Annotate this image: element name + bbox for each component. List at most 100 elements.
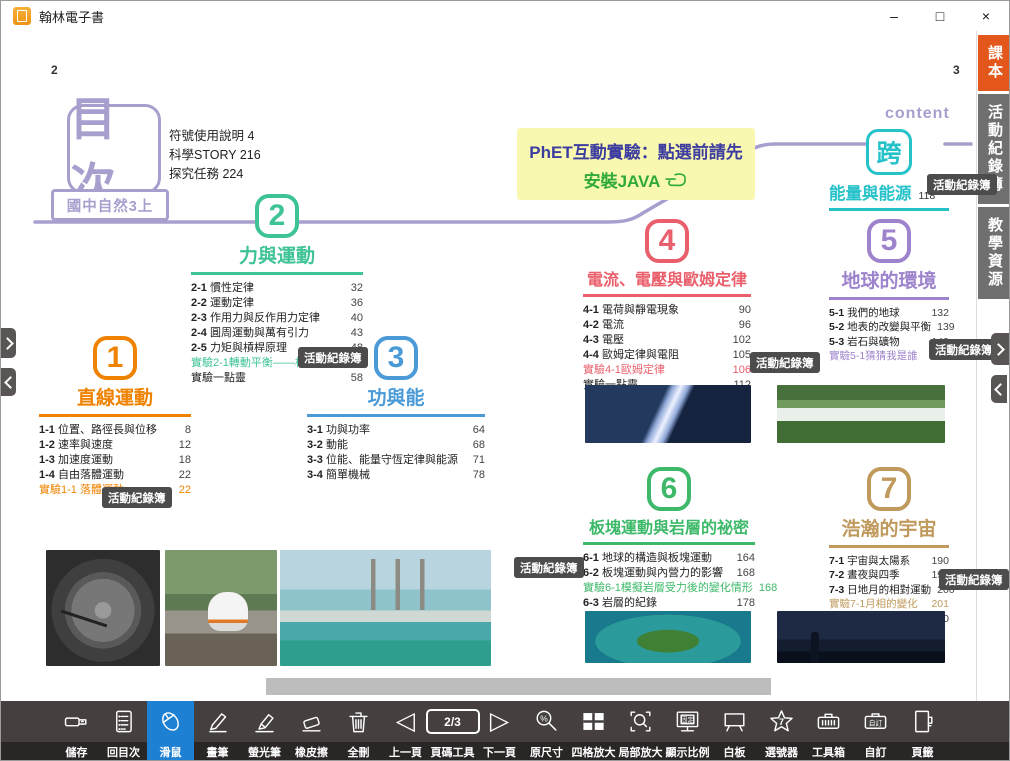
left-page-number: 2 bbox=[51, 63, 58, 77]
toc-title-box: 目次 bbox=[67, 104, 161, 194]
chapter-title: 地球的環境 bbox=[829, 266, 949, 293]
toolbar-pen[interactable]: 畫筆 bbox=[194, 701, 241, 761]
eraser-icon bbox=[288, 701, 335, 742]
toolbar-partial-zoom[interactable]: 局部放大 bbox=[617, 701, 664, 761]
front-matter-item[interactable]: 探究任務 224 bbox=[169, 165, 261, 184]
toolbar-four-grid-zoom[interactable]: 四格放大 bbox=[570, 701, 617, 761]
photo-lightning bbox=[585, 385, 751, 443]
toolbar-display-scale[interactable]: 固定顯示比例 bbox=[664, 701, 711, 761]
toolbar-original-size[interactable]: %原尺寸 bbox=[523, 701, 570, 761]
toc-item[interactable]: 1-3 加速度運動18 bbox=[39, 453, 191, 468]
mouse-icon bbox=[147, 701, 194, 742]
toc-item[interactable]: 4-2 電流96 bbox=[583, 318, 751, 333]
toc-item[interactable]: 2-1 慣性定律32 bbox=[191, 281, 363, 296]
minimize-button[interactable]: – bbox=[871, 1, 917, 31]
toc-item[interactable]: 7-3 日地月的相對運動200 bbox=[829, 583, 949, 598]
right-panel-expand-arrow[interactable] bbox=[991, 333, 1009, 365]
side-tabs: 課本活動紀錄簿教學資源 bbox=[978, 35, 1010, 299]
partial-zoom-icon bbox=[617, 701, 664, 742]
maximize-button[interactable]: □ bbox=[917, 1, 963, 31]
toolbar-label: 下一頁 bbox=[483, 742, 516, 761]
chapter-rule bbox=[829, 545, 949, 548]
toolbar-delete-all[interactable]: 全刪 bbox=[335, 701, 382, 761]
toc-item[interactable]: 3-2 動能68 bbox=[307, 438, 485, 453]
left-triangle-icon: ◁ bbox=[396, 709, 415, 734]
toc-item[interactable]: 6-1 地球的構造與板塊運動164 bbox=[583, 551, 755, 566]
activity-notebook-badge[interactable]: 活動紀錄簿 bbox=[929, 339, 999, 360]
side-tab-teaching-resources[interactable]: 教學資源 bbox=[978, 207, 1010, 299]
toolbar-label: 頁籤 bbox=[912, 742, 934, 761]
cross-section-title[interactable]: 能量與能源 bbox=[829, 180, 912, 204]
toc-item[interactable]: 2-2 運動定律36 bbox=[191, 296, 363, 311]
toolbar-next-page[interactable]: ▷下一頁 bbox=[476, 701, 523, 761]
toolbar-number-picker[interactable]: 7選號器 bbox=[758, 701, 805, 761]
toc-item[interactable]: 4-4 歐姆定律與電阻105 bbox=[583, 348, 751, 363]
close-button[interactable]: × bbox=[963, 1, 1009, 31]
toolbar-back-to-toc[interactable]: 回目次 bbox=[100, 701, 147, 761]
activity-notebook-badge[interactable]: 活動紀錄簿 bbox=[927, 174, 997, 195]
toolbar-label: 全刪 bbox=[348, 742, 370, 761]
toolbar-highlighter[interactable]: 螢光筆 bbox=[241, 701, 288, 761]
toolbar-label: 頁碼工具 bbox=[431, 742, 475, 761]
whiteboard-icon bbox=[711, 701, 758, 742]
toc-item[interactable]: 5-2 地表的改變與平衡139 bbox=[829, 320, 949, 335]
toolbar-label: 白板 bbox=[724, 742, 746, 761]
activity-notebook-badge[interactable]: 活動紀錄簿 bbox=[102, 487, 172, 508]
toolbar-eraser[interactable]: 橡皮擦 bbox=[288, 701, 335, 761]
activity-notebook-badge[interactable]: 活動紀錄簿 bbox=[750, 352, 820, 373]
toc-edition-ribbon: 國中自然3上 bbox=[51, 189, 169, 221]
toc-item[interactable]: 3-3 位能、能量守恆定律與能源71 bbox=[307, 453, 485, 468]
horizontal-scrollbar[interactable] bbox=[266, 678, 771, 695]
toolbar-label: 儲存 bbox=[66, 742, 88, 761]
toc-item[interactable]: 6-3 岩層的紀錄178 bbox=[583, 596, 755, 611]
cross-section-badge: 跨 bbox=[866, 129, 912, 175]
toc-item[interactable]: 實驗6-1模擬岩層受力後的變化情形168 bbox=[583, 581, 755, 596]
toc-item[interactable]: 1-2 速率與速度12 bbox=[39, 438, 191, 453]
photo-cactus-night-sky bbox=[777, 611, 945, 663]
toc-item[interactable]: 6-2 板塊運動與內營力的影響168 bbox=[583, 566, 755, 581]
app-window: 翰林電子書 – □ × 2 3 content 目次 國中自然3上 符號使用說明… bbox=[0, 0, 1010, 761]
book-page-spread: 2 3 content 目次 國中自然3上 符號使用說明 4科學STORY 21… bbox=[1, 31, 977, 701]
activity-notebook-badge[interactable]: 活動紀錄簿 bbox=[939, 569, 1009, 590]
activity-notebook-badge[interactable]: 活動紀錄簿 bbox=[298, 347, 368, 368]
toolbar-toolbox[interactable]: 工具箱 bbox=[805, 701, 852, 761]
phet-notice-banner[interactable]: PhET互動實驗：點選前請先 安裝JAVA bbox=[517, 128, 755, 200]
toolbar-page-tabs[interactable]: 頁籤 bbox=[899, 701, 946, 761]
front-matter-item[interactable]: 符號使用說明 4 bbox=[169, 127, 261, 146]
left-panel-expand-arrow[interactable] bbox=[1, 328, 16, 358]
toc-item[interactable]: 實驗7-1月相的變化201 bbox=[829, 597, 949, 612]
toolbar-custom[interactable]: 自訂自訂 bbox=[852, 701, 899, 761]
toc-item[interactable]: 3-4 簡單機械78 bbox=[307, 468, 485, 483]
toolbar-prev-page[interactable]: ◁上一頁 bbox=[382, 701, 429, 761]
activity-notebook-badge[interactable]: 活動紀錄簿 bbox=[514, 557, 584, 578]
toc-item[interactable]: 5-1 我們的地球132 bbox=[829, 306, 949, 321]
toolbar-label: 滑鼠 bbox=[160, 742, 182, 761]
toc-item[interactable]: 7-2 晝夜與四季196 bbox=[829, 568, 949, 583]
chapter-number-badge: 5 bbox=[867, 219, 911, 263]
left-panel-collapse-arrow[interactable] bbox=[1, 368, 16, 396]
chapter-rule bbox=[307, 414, 485, 417]
toc-item[interactable]: 4-1 電荷與靜電現象90 bbox=[583, 303, 751, 318]
toc-item[interactable]: 1-4 自由落體運動22 bbox=[39, 468, 191, 483]
front-matter-item[interactable]: 科學STORY 216 bbox=[169, 146, 261, 165]
toc-item[interactable]: 1-1 位置、路徑長與位移8 bbox=[39, 423, 191, 438]
toc-item[interactable]: 2-3 作用力與反作用力定律40 bbox=[191, 311, 363, 326]
photo-speedometer bbox=[46, 550, 160, 666]
toc-item[interactable]: 實驗4-1歐姆定律106 bbox=[583, 363, 751, 378]
toolbox-icon bbox=[805, 701, 852, 742]
toolbar-page-number-tool[interactable]: 2/3頁碼工具 bbox=[429, 701, 476, 761]
toolbar-whiteboard[interactable]: 白板 bbox=[711, 701, 758, 761]
chapter-item-list: 4-1 電荷與靜電現象904-2 電流964-3 電壓1024-4 歐姆定律與電… bbox=[583, 303, 751, 393]
right-panel-collapse-arrow[interactable] bbox=[991, 375, 1007, 403]
toolbar-mouse[interactable]: 滑鼠 bbox=[147, 701, 194, 761]
toc-item[interactable]: 3-1 功與功率64 bbox=[307, 423, 485, 438]
right-page-number: 3 bbox=[953, 63, 960, 77]
toolbar-label: 自訂 bbox=[865, 742, 887, 761]
side-tab-textbook[interactable]: 課本 bbox=[978, 35, 1010, 91]
custom-icon: 自訂 bbox=[852, 701, 899, 742]
toc-item[interactable]: 4-3 電壓102 bbox=[583, 333, 751, 348]
toolbar-save[interactable]: 儲存 bbox=[53, 701, 100, 761]
bottom-toolbar: 儲存回目次滑鼠畫筆螢光筆橡皮擦全刪 ◁上一頁2/3頁碼工具▷下一頁%原尺寸四格放大… bbox=[1, 701, 1010, 761]
page-number-tool-icon: 2/3 bbox=[429, 701, 476, 742]
toc-item[interactable]: 7-1 宇宙與太陽系190 bbox=[829, 554, 949, 569]
